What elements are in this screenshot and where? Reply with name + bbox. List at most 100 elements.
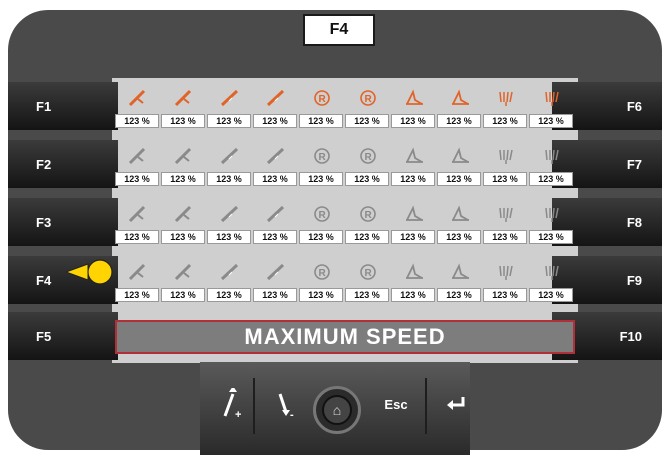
registered-icon[interactable]: R bbox=[345, 88, 391, 108]
angle-icon[interactable] bbox=[437, 146, 483, 166]
percentage-value: 123 % bbox=[345, 114, 389, 128]
bottom-divider bbox=[425, 378, 427, 434]
comb-icon[interactable] bbox=[529, 262, 575, 282]
percentage-value: 123 % bbox=[483, 288, 527, 302]
percentage-value: 123 % bbox=[207, 172, 251, 186]
angle-icon[interactable] bbox=[391, 88, 437, 108]
page-title: F4 bbox=[303, 14, 375, 46]
scraper-icon[interactable] bbox=[253, 88, 299, 108]
setting-row: R R 123 % 123 % 123 % 123 % 123 % 123 % 123 % 123… bbox=[115, 140, 575, 186]
scraper-icon[interactable] bbox=[253, 204, 299, 224]
angle-icon[interactable] bbox=[437, 204, 483, 224]
percentage-value: 123 % bbox=[299, 114, 343, 128]
svg-text:R: R bbox=[365, 152, 373, 163]
icon-line: RR bbox=[115, 82, 575, 114]
angle-icon[interactable] bbox=[391, 146, 437, 166]
percentage-value: 123 % bbox=[115, 114, 159, 128]
percentage-value: 123 % bbox=[253, 172, 297, 186]
percentage-value: 123 % bbox=[483, 114, 527, 128]
registered-icon[interactable]: R bbox=[299, 262, 345, 282]
icon-line: RR bbox=[115, 140, 575, 172]
angle-icon[interactable] bbox=[437, 88, 483, 108]
home-icon: ⌂ bbox=[322, 395, 352, 425]
percentage-value: 123 % bbox=[115, 172, 159, 186]
knife-icon[interactable] bbox=[161, 88, 207, 108]
f3-key[interactable]: F3 bbox=[8, 198, 118, 246]
knife-icon[interactable] bbox=[161, 204, 207, 224]
percentage-value: 123 % bbox=[483, 172, 527, 186]
percentage-value: 123 % bbox=[391, 230, 435, 244]
percentage-value: 123 % bbox=[391, 114, 435, 128]
registered-icon[interactable]: R bbox=[299, 88, 345, 108]
angle-icon[interactable] bbox=[437, 262, 483, 282]
svg-text:R: R bbox=[319, 210, 327, 221]
f1-key[interactable]: F1 bbox=[8, 82, 118, 130]
percentage-value: 123 % bbox=[529, 288, 573, 302]
scraper-icon[interactable] bbox=[207, 262, 253, 282]
knife-icon[interactable] bbox=[115, 88, 161, 108]
scraper-icon[interactable] bbox=[253, 262, 299, 282]
registered-icon[interactable]: R bbox=[345, 146, 391, 166]
scraper-icon[interactable] bbox=[207, 204, 253, 224]
knife-icon[interactable] bbox=[115, 146, 161, 166]
registered-icon[interactable]: R bbox=[299, 146, 345, 166]
comb-icon[interactable] bbox=[483, 204, 529, 224]
comb-icon[interactable] bbox=[483, 146, 529, 166]
value-line: 123 % 123 % 123 % 123 % 123 % 123 % 123 % 123 %… bbox=[115, 172, 575, 186]
value-line: 123 % 123 % 123 % 123 % 123 % 123 % 123 % 123 %… bbox=[115, 230, 575, 244]
angle-icon[interactable] bbox=[391, 262, 437, 282]
value-line: 123 % 123 % 123 % 123 % 123 % 123 % 123 % 123 %… bbox=[115, 114, 575, 128]
percentage-value: 123 % bbox=[345, 172, 389, 186]
comb-icon[interactable] bbox=[529, 204, 575, 224]
percentage-value: 123 % bbox=[345, 230, 389, 244]
esc-button[interactable]: Esc bbox=[370, 370, 422, 438]
registered-icon[interactable]: R bbox=[345, 204, 391, 224]
icon-line: RR bbox=[115, 256, 575, 288]
svg-text:R: R bbox=[365, 94, 373, 105]
registered-icon[interactable]: R bbox=[299, 204, 345, 224]
knife-icon[interactable] bbox=[115, 262, 161, 282]
enter-icon bbox=[447, 397, 465, 410]
percentage-value: 123 % bbox=[437, 288, 481, 302]
comb-icon[interactable] bbox=[529, 146, 575, 166]
angle-icon[interactable] bbox=[391, 204, 437, 224]
increase-button[interactable]: + bbox=[205, 370, 257, 438]
percentage-value: 123 % bbox=[299, 288, 343, 302]
knife-icon[interactable] bbox=[161, 146, 207, 166]
percentage-value: 123 % bbox=[161, 172, 205, 186]
knife-icon[interactable] bbox=[161, 262, 207, 282]
percentage-value: 123 % bbox=[207, 114, 251, 128]
percentage-value: 123 % bbox=[115, 288, 159, 302]
percentage-value: 123 % bbox=[299, 172, 343, 186]
svg-text:R: R bbox=[365, 268, 373, 279]
percentage-value: 123 % bbox=[253, 288, 297, 302]
svg-text:+: + bbox=[235, 409, 241, 420]
f5-key[interactable]: F5 bbox=[8, 312, 118, 360]
percentage-value: 123 % bbox=[391, 288, 435, 302]
scraper-icon[interactable] bbox=[253, 146, 299, 166]
home-button[interactable]: ⌂ bbox=[313, 386, 361, 434]
percentage-value: 123 % bbox=[207, 288, 251, 302]
decrease-button[interactable]: - bbox=[260, 370, 312, 438]
knife-icon[interactable] bbox=[115, 204, 161, 224]
percentage-value: 123 % bbox=[161, 288, 205, 302]
percentage-value: 123 % bbox=[253, 230, 297, 244]
comb-icon[interactable] bbox=[529, 88, 575, 108]
f2-key[interactable]: F2 bbox=[8, 140, 118, 188]
selection-cursor-icon bbox=[66, 259, 113, 285]
scraper-icon[interactable] bbox=[207, 88, 253, 108]
percentage-value: 123 % bbox=[529, 114, 573, 128]
percentage-value: 123 % bbox=[483, 230, 527, 244]
percentage-value: 123 % bbox=[207, 230, 251, 244]
percentage-value: 123 % bbox=[391, 172, 435, 186]
registered-icon[interactable]: R bbox=[345, 262, 391, 282]
setting-row: R R 123 % 123 % 123 % 123 % 123 % 123 % 123 % 123… bbox=[115, 82, 575, 128]
percentage-value: 123 % bbox=[161, 230, 205, 244]
enter-button[interactable] bbox=[430, 370, 482, 438]
comb-icon[interactable] bbox=[483, 262, 529, 282]
arrow-up-plus-icon: + bbox=[223, 388, 241, 420]
svg-text:R: R bbox=[365, 210, 373, 221]
scraper-icon[interactable] bbox=[207, 146, 253, 166]
percentage-value: 123 % bbox=[115, 230, 159, 244]
comb-icon[interactable] bbox=[483, 88, 529, 108]
